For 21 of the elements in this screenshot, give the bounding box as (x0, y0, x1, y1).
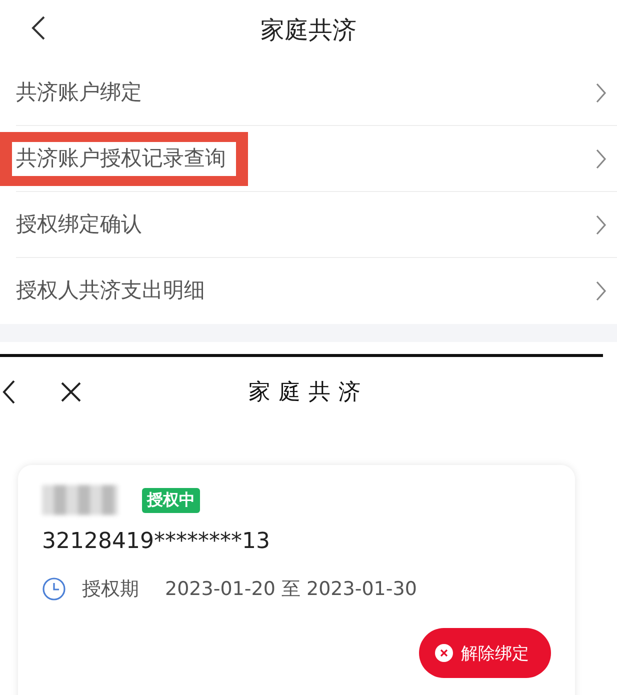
back-icon[interactable] (2, 379, 16, 405)
chevron-right-icon (595, 280, 607, 302)
menu-label: 共济账户授权记录查询 (12, 142, 236, 176)
menu-label: 授权人共济支出明细 (16, 278, 205, 304)
close-icon[interactable] (60, 381, 82, 403)
menu-label: 共济账户绑定 (16, 80, 142, 106)
period-label: 授权期 (82, 577, 139, 602)
chevron-right-icon (595, 214, 607, 236)
menu-label: 授权绑定确认 (16, 212, 142, 238)
clock-icon (42, 577, 66, 601)
menu-item[interactable]: 授权人共济支出明细 (0, 258, 617, 324)
status-badge: 授权中 (142, 488, 200, 512)
period-value: 2023-01-20 至 2023-01-30 (165, 577, 417, 602)
screen-title: 家庭共济 (260, 15, 356, 46)
chevron-right-icon (595, 148, 607, 170)
chevron-right-icon (595, 82, 607, 104)
screen-title: 家庭共济 (248, 379, 368, 407)
id-number: 32128419********13 (42, 529, 271, 554)
unbind-button[interactable]: 解除绑定 (419, 628, 551, 678)
back-icon[interactable] (30, 15, 46, 41)
remove-icon (435, 644, 453, 662)
